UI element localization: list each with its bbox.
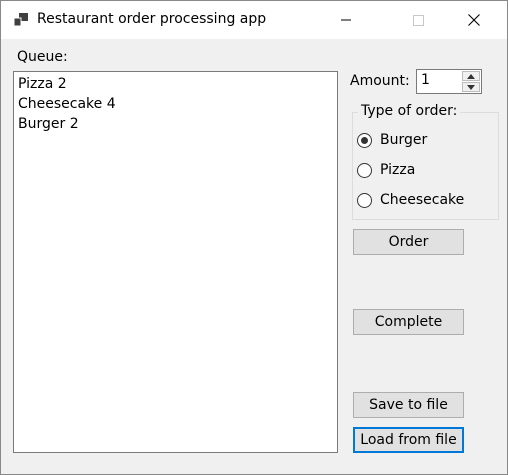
minimize-button[interactable] xyxy=(323,1,369,39)
radio-burger[interactable]: Burger xyxy=(357,130,427,150)
queue-listbox[interactable]: Pizza 2 Cheesecake 4 Burger 2 xyxy=(13,71,338,453)
close-button[interactable] xyxy=(451,1,497,39)
radio-cheesecake[interactable]: Cheesecake xyxy=(357,190,464,210)
radio-unchecked-icon[interactable] xyxy=(357,192,372,208)
load-from-file-button[interactable]: Load from file xyxy=(353,427,464,453)
spin-up-button[interactable] xyxy=(462,71,480,81)
spin-down-button[interactable] xyxy=(462,82,480,92)
minimize-icon xyxy=(341,19,351,21)
chevron-up-icon xyxy=(467,73,475,79)
title-bar[interactable]: Restaurant order processing app xyxy=(1,1,507,39)
save-to-file-button[interactable]: Save to file xyxy=(353,392,464,418)
radio-unchecked-icon[interactable] xyxy=(357,162,372,178)
maximize-button[interactable] xyxy=(395,1,441,39)
radio-checked-icon[interactable] xyxy=(357,132,372,148)
radio-label[interactable]: Cheesecake xyxy=(380,192,464,208)
amount-label: Amount: xyxy=(350,73,410,89)
maximize-icon xyxy=(412,14,424,26)
queue-label: Queue: xyxy=(17,49,68,65)
main-window: Restaurant order processing app Queue: P… xyxy=(0,0,508,475)
order-button[interactable]: Order xyxy=(353,229,464,255)
close-icon xyxy=(468,14,480,26)
radio-label[interactable]: Burger xyxy=(380,132,427,148)
chevron-down-icon xyxy=(467,84,475,90)
windows-form-icon xyxy=(13,13,28,27)
amount-spin-buttons xyxy=(462,71,480,92)
queue-list-item[interactable]: Pizza 2 xyxy=(18,74,333,94)
amount-stepper[interactable]: 1 xyxy=(416,69,482,94)
queue-list-item[interactable]: Cheesecake 4 xyxy=(18,94,333,114)
complete-button[interactable]: Complete xyxy=(353,309,464,335)
radio-label[interactable]: Pizza xyxy=(380,162,415,178)
radio-pizza[interactable]: Pizza xyxy=(357,160,415,180)
window-title: Restaurant order processing app xyxy=(37,11,267,27)
order-type-caption: Type of order: xyxy=(358,103,461,119)
amount-value[interactable]: 1 xyxy=(421,72,430,88)
queue-list-item[interactable]: Burger 2 xyxy=(18,114,333,134)
